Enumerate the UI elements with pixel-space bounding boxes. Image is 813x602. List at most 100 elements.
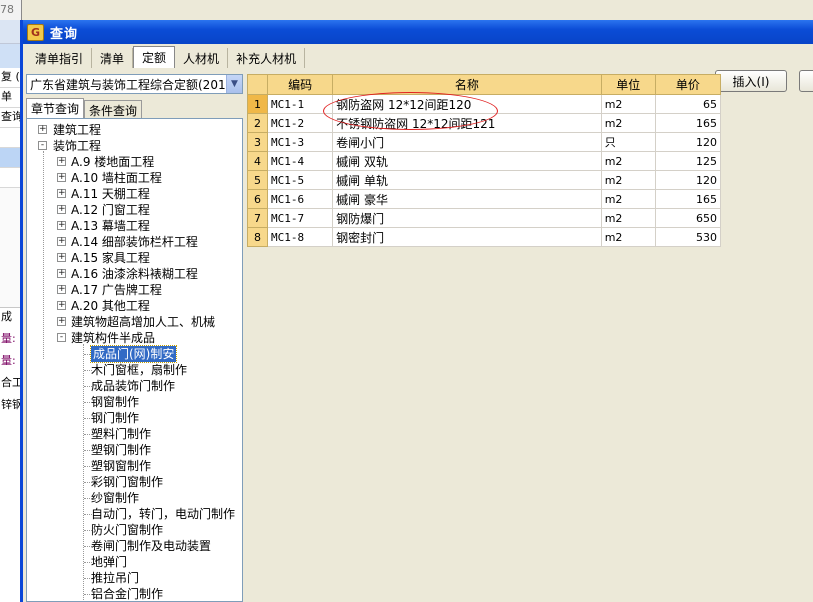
tree-node[interactable]: 建筑工程 [53,122,101,138]
tree-node[interactable]: 钢门制作 [91,410,139,426]
collapse-icon[interactable]: - [57,333,66,342]
cell-name[interactable]: 槭闸 豪华 [332,189,602,209]
tree-node[interactable]: A.12 门窗工程 [71,202,150,218]
column-header-unit[interactable]: 单位 [600,74,656,95]
cell-unit[interactable]: 只 [600,132,656,152]
tree-node[interactable]: A.11 天棚工程 [71,186,150,202]
tab-list[interactable]: 清单 [92,48,134,68]
expand-icon[interactable]: + [57,189,66,198]
cell-price[interactable]: 650 [654,208,722,228]
cell-code[interactable]: MC1-5 [267,170,334,190]
tree-node[interactable]: 推拉吊门 [91,570,139,586]
expand-icon[interactable]: + [57,205,66,214]
expand-icon[interactable]: + [57,157,66,166]
tree-node[interactable]: A.10 墙柱面工程 [71,170,162,186]
table-row[interactable]: 4 MC1-4 槭闸 双轨 m2 125 [246,151,722,171]
cell-price[interactable]: 165 [654,113,722,133]
cell-unit[interactable]: m2 [600,189,656,209]
expand-icon[interactable]: + [38,125,47,134]
insert-button[interactable]: 插入(I) [715,70,787,92]
tree-node[interactable]: A.16 油漆涂料裱糊工程 [71,266,198,282]
row-number[interactable]: 1 [246,94,269,114]
row-number[interactable]: 2 [246,113,269,133]
expand-icon[interactable]: + [57,317,66,326]
tab-condition-search[interactable]: 条件查询 [84,100,143,118]
cell-unit[interactable]: m2 [600,170,656,190]
tree-node[interactable]: 塑钢窗制作 [91,458,151,474]
tree-node[interactable]: A.15 家具工程 [71,250,150,266]
secondary-button[interactable] [799,70,813,92]
cell-price[interactable]: 530 [654,227,722,247]
tree-node[interactable]: A.9 楼地面工程 [71,154,154,170]
tree-node[interactable]: 钢窗制作 [91,394,139,410]
cell-code[interactable]: MC1-8 [267,227,334,247]
cell-unit[interactable]: m2 [600,113,656,133]
cell-name[interactable]: 槭闸 单轨 [332,170,602,190]
cell-name[interactable]: 卷闸小门 [332,132,602,152]
tree-node[interactable]: 铝合金门制作 [91,586,163,601]
cell-unit[interactable]: m2 [600,94,656,114]
cell-price[interactable]: 120 [654,170,722,190]
table-row[interactable]: 6 MC1-6 槭闸 豪华 m2 165 [246,189,722,209]
expand-icon[interactable]: + [57,237,66,246]
row-number[interactable]: 3 [246,132,269,152]
tab-labor-material-machine[interactable]: 人材机 [175,48,229,68]
tree-node[interactable]: 塑料门制作 [91,426,151,442]
row-number[interactable]: 4 [246,151,269,171]
cell-code[interactable]: MC1-7 [267,208,334,228]
title-bar[interactable]: G 查询 [23,20,813,44]
cell-price[interactable]: 165 [654,189,722,209]
tree-node[interactable]: 建筑物超高增加人工、机械 [71,314,215,330]
cell-price[interactable]: 125 [654,151,722,171]
tree-node[interactable]: A.20 其他工程 [71,298,150,314]
chevron-down-icon[interactable]: ▼ [226,75,242,93]
cell-name[interactable]: 钢防爆门 [332,208,602,228]
tab-supplementary-lmm[interactable]: 补充人材机 [228,48,306,68]
expand-icon[interactable]: + [57,301,66,310]
column-header-name[interactable]: 名称 [332,74,602,95]
cell-code[interactable]: MC1-6 [267,189,334,209]
cell-code[interactable]: MC1-3 [267,132,334,152]
tree-node[interactable]: 防火门窗制作 [91,522,163,538]
tree-node[interactable]: A.13 幕墙工程 [71,218,150,234]
table-row[interactable]: 7 MC1-7 钢防爆门 m2 650 [246,208,722,228]
tree-node[interactable]: A.17 广告牌工程 [71,282,162,298]
table-row[interactable]: 3 MC1-3 卷闸小门只 120 [246,132,722,152]
expand-icon[interactable]: + [57,221,66,230]
row-number[interactable]: 7 [246,208,269,228]
table-row[interactable]: 8 MC1-8 钢密封门 m2 530 [246,227,722,247]
tree-node[interactable]: 卷闸门制作及电动装置 [91,538,211,554]
tree-node[interactable]: 自动门，转门，电动门制作 [91,506,235,522]
column-header-code[interactable]: 编码 [267,74,334,95]
row-number[interactable]: 8 [246,227,269,247]
tree-node[interactable]: 纱窗制作 [91,490,139,506]
tab-chapter-search[interactable]: 章节查询 [26,98,85,118]
row-number[interactable]: 6 [246,189,269,209]
expand-icon[interactable]: + [57,285,66,294]
cell-code[interactable]: MC1-4 [267,151,334,171]
expand-icon[interactable]: + [57,269,66,278]
tree-node[interactable]: A.14 细部装饰栏杆工程 [71,234,198,250]
tree-node[interactable]: 彩钢门窗制作 [91,474,163,490]
cell-name[interactable]: 钢密封门 [332,227,602,247]
cell-unit[interactable]: m2 [600,151,656,171]
tree-node-selected[interactable]: 成品门(网)制安 [89,345,178,363]
tree-node[interactable]: 成品装饰门制作 [91,378,175,394]
expand-icon[interactable]: + [57,253,66,262]
tab-quota[interactable]: 定额 [133,46,176,68]
cell-name[interactable]: 槭闸 双轨 [332,151,602,171]
tab-list-guide[interactable]: 清单指引 [27,48,93,68]
expand-icon[interactable]: + [57,173,66,182]
table-row[interactable]: 5 MC1-5 槭闸 单轨 m2 120 [246,170,722,190]
tree-node[interactable]: 塑钢门制作 [91,442,151,458]
quota-library-select[interactable]: 广东省建筑与装饰工程综合定额(201 ▼ [26,74,243,94]
cell-price[interactable]: 120 [654,132,722,152]
collapse-icon[interactable]: - [38,141,47,150]
tree-node[interactable]: 地弹门 [91,554,127,570]
column-header-price[interactable]: 单价 [654,74,722,95]
cell-unit[interactable]: m2 [600,208,656,228]
row-number[interactable]: 5 [246,170,269,190]
tree-node[interactable]: 木门窗框，扇制作 [91,362,187,378]
tree-node[interactable]: 装饰工程 [53,138,101,154]
cell-code[interactable]: MC1-2 [267,113,334,133]
